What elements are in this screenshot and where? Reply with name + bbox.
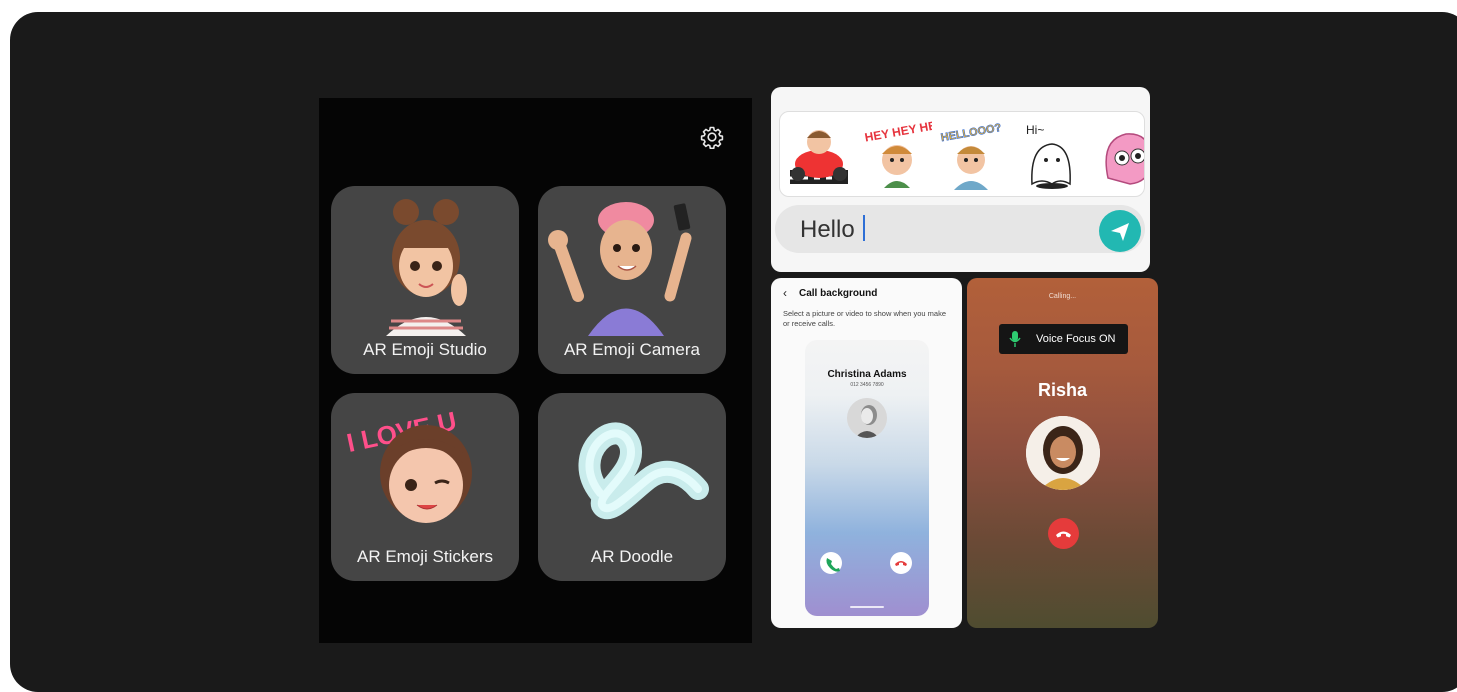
svg-text:HELLOOO?: HELLOOO? xyxy=(940,122,1003,144)
send-button[interactable] xyxy=(1099,210,1141,252)
end-call-button[interactable] xyxy=(1048,518,1079,549)
microphone-icon xyxy=(1009,331,1021,347)
message-text: Hello xyxy=(800,216,855,243)
tile-label: AR Emoji Camera xyxy=(563,340,701,359)
tile-label: AR Emoji Studio xyxy=(363,340,487,359)
pink-creature-sticker[interactable] xyxy=(1094,118,1145,190)
phone-icon xyxy=(826,558,840,572)
home-indicator xyxy=(850,606,884,608)
hi-ghost-sticker[interactable]: Hi~ xyxy=(1014,118,1084,190)
page-title: Call background xyxy=(799,288,878,299)
tile-label: AR Doodle xyxy=(590,547,674,566)
ar-emoji-camera-tile[interactable]: AR Emoji Camera xyxy=(538,186,726,374)
back-arrow-icon[interactable]: ‹ xyxy=(783,286,787,300)
hey-hey-hey-sticker[interactable]: HEY HEY HEY xyxy=(862,118,932,190)
voice-focus-badge[interactable]: Voice Focus ON xyxy=(999,324,1128,354)
caller-avatar xyxy=(1026,416,1100,490)
gear-icon[interactable] xyxy=(700,125,724,149)
message-input-value: Hello xyxy=(800,215,865,244)
svg-text:HEY HEY HEY: HEY HEY HEY xyxy=(864,118,932,145)
caller-name: Risha xyxy=(1037,380,1088,400)
phone-hangup-icon xyxy=(1056,531,1071,538)
doodle-squiggle-icon xyxy=(578,422,709,520)
sticker-strip[interactable]: HEY HEY HEY HELLOOO? Hi~ xyxy=(779,111,1145,197)
text-cursor xyxy=(862,215,865,241)
helloooo-sticker[interactable]: HELLOOO? xyxy=(936,118,1006,190)
girl-avatar-icon xyxy=(386,199,467,336)
phone-hangup-icon xyxy=(895,561,907,566)
sticker-keyboard-card: HEY HEY HEY HELLOOO? Hi~ Hello xyxy=(771,87,1150,272)
voice-focus-label: Voice Focus ON xyxy=(1036,333,1116,345)
decline-call-button[interactable] xyxy=(890,552,912,574)
call-background-preview[interactable]: Christina Adams 012 3456 7890 xyxy=(805,340,929,616)
ar-doodle-tile[interactable]: AR Doodle xyxy=(538,393,726,581)
calling-screen: Calling... Voice Focus ON Risha xyxy=(967,278,1158,628)
race-car-sticker[interactable] xyxy=(784,118,854,190)
ar-zone-panel: AR Emoji Studio AR Emoji Camera I LOVE U xyxy=(319,98,752,643)
ar-emoji-studio-tile[interactable]: AR Emoji Studio xyxy=(331,186,519,374)
preview-caller-name: Christina Adams xyxy=(827,369,907,380)
tile-label: AR Emoji Stickers xyxy=(356,547,494,566)
ar-emoji-stickers-tile[interactable]: I LOVE U AR Emoji Stickers xyxy=(331,393,519,581)
love-sticker-avatar-icon: I LOVE U xyxy=(344,406,472,523)
accept-call-button[interactable] xyxy=(820,552,842,574)
call-status: Calling... xyxy=(1048,293,1077,300)
svg-text:Hi~: Hi~ xyxy=(1026,123,1044,137)
preview-caller-number: 012 3456 7890 xyxy=(850,382,884,388)
call-background-screen: ‹ Call background Select a picture or vi… xyxy=(771,278,962,628)
page-description: Select a picture or video to show when y… xyxy=(783,309,947,328)
send-icon xyxy=(1111,223,1129,241)
preview-caller-avatar xyxy=(847,398,887,438)
message-input[interactable]: Hello xyxy=(775,205,1145,253)
waving-avatar-icon xyxy=(548,202,692,336)
